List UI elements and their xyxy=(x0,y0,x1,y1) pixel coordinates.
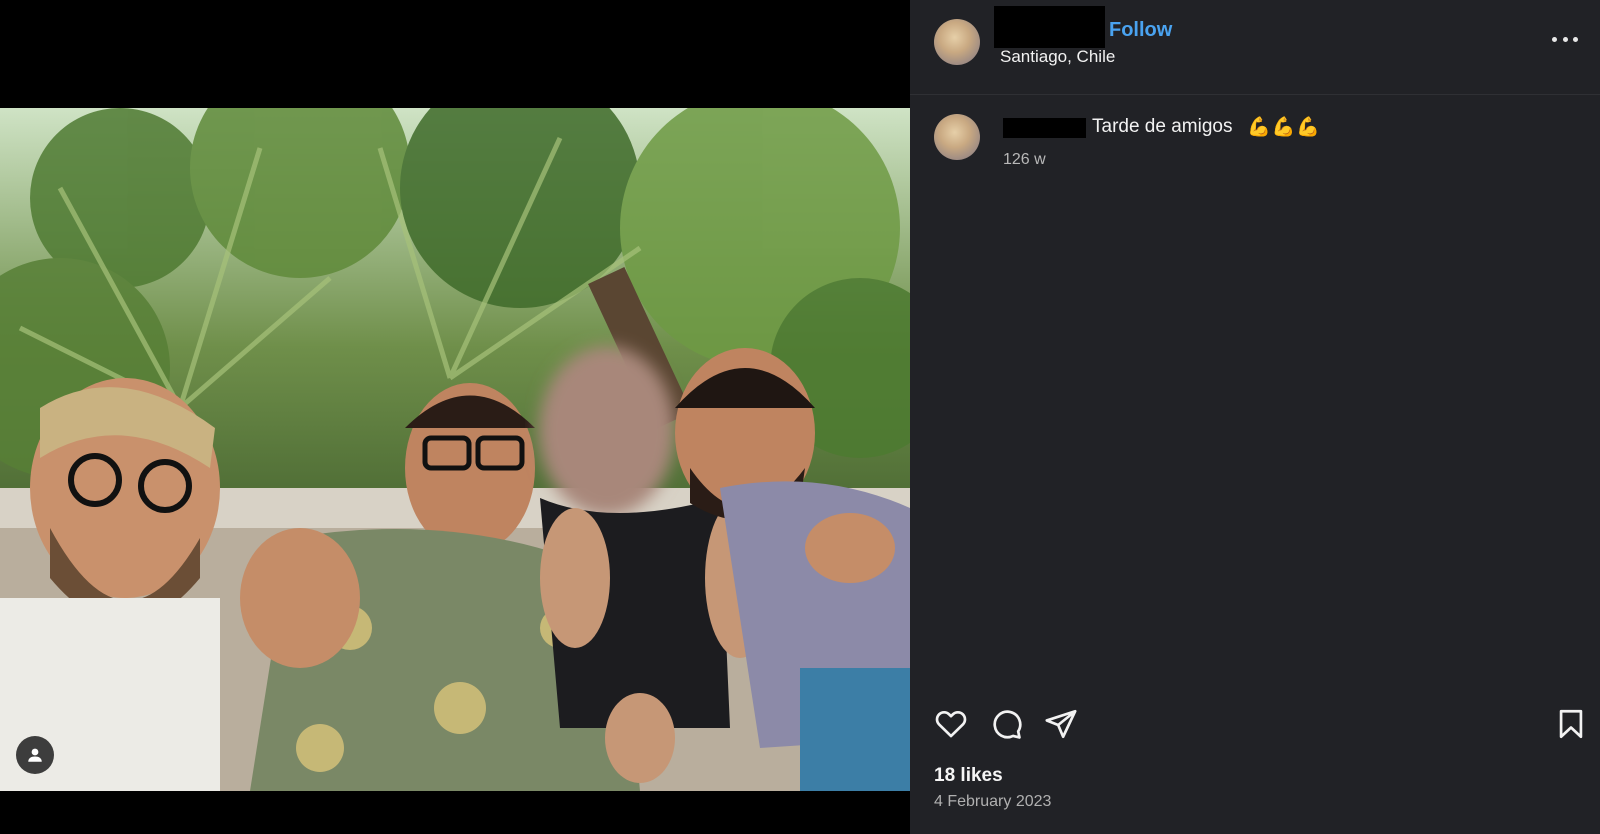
like-button[interactable] xyxy=(934,707,968,741)
heart-icon xyxy=(935,710,967,738)
comment-icon xyxy=(993,710,1022,739)
send-icon xyxy=(1045,709,1077,739)
more-options-icon[interactable] xyxy=(1552,34,1578,44)
bookmark-icon xyxy=(1559,709,1583,739)
post-side-panel: Follow Santiago, Chile Tarde de amigos 💪… xyxy=(910,0,1600,834)
photo-illustration xyxy=(0,108,910,791)
user-tag-icon xyxy=(28,748,42,762)
share-button[interactable] xyxy=(1044,707,1078,741)
redacted-username xyxy=(994,6,1105,48)
caption-author-avatar[interactable] xyxy=(934,114,980,160)
caption-emoji: 💪💪💪 xyxy=(1247,117,1321,138)
redacted-caption-username xyxy=(1003,118,1086,138)
post-time-ago[interactable]: 126 w xyxy=(1003,151,1046,169)
author-avatar[interactable] xyxy=(934,19,980,65)
post-date: 4 February 2023 xyxy=(934,793,1052,810)
post-photo[interactable] xyxy=(0,108,910,791)
user-tag-button[interactable] xyxy=(16,736,54,774)
post-media xyxy=(0,0,910,834)
comment-button[interactable] xyxy=(989,707,1023,741)
follow-button[interactable]: Follow xyxy=(1109,19,1172,42)
caption-text: Tarde de amigos xyxy=(1092,116,1233,137)
likes-count[interactable]: 18 likes xyxy=(934,765,1003,787)
post-location[interactable]: Santiago, Chile xyxy=(1000,47,1115,67)
save-button[interactable] xyxy=(1554,707,1588,741)
post-header: Follow Santiago, Chile xyxy=(910,0,1600,95)
